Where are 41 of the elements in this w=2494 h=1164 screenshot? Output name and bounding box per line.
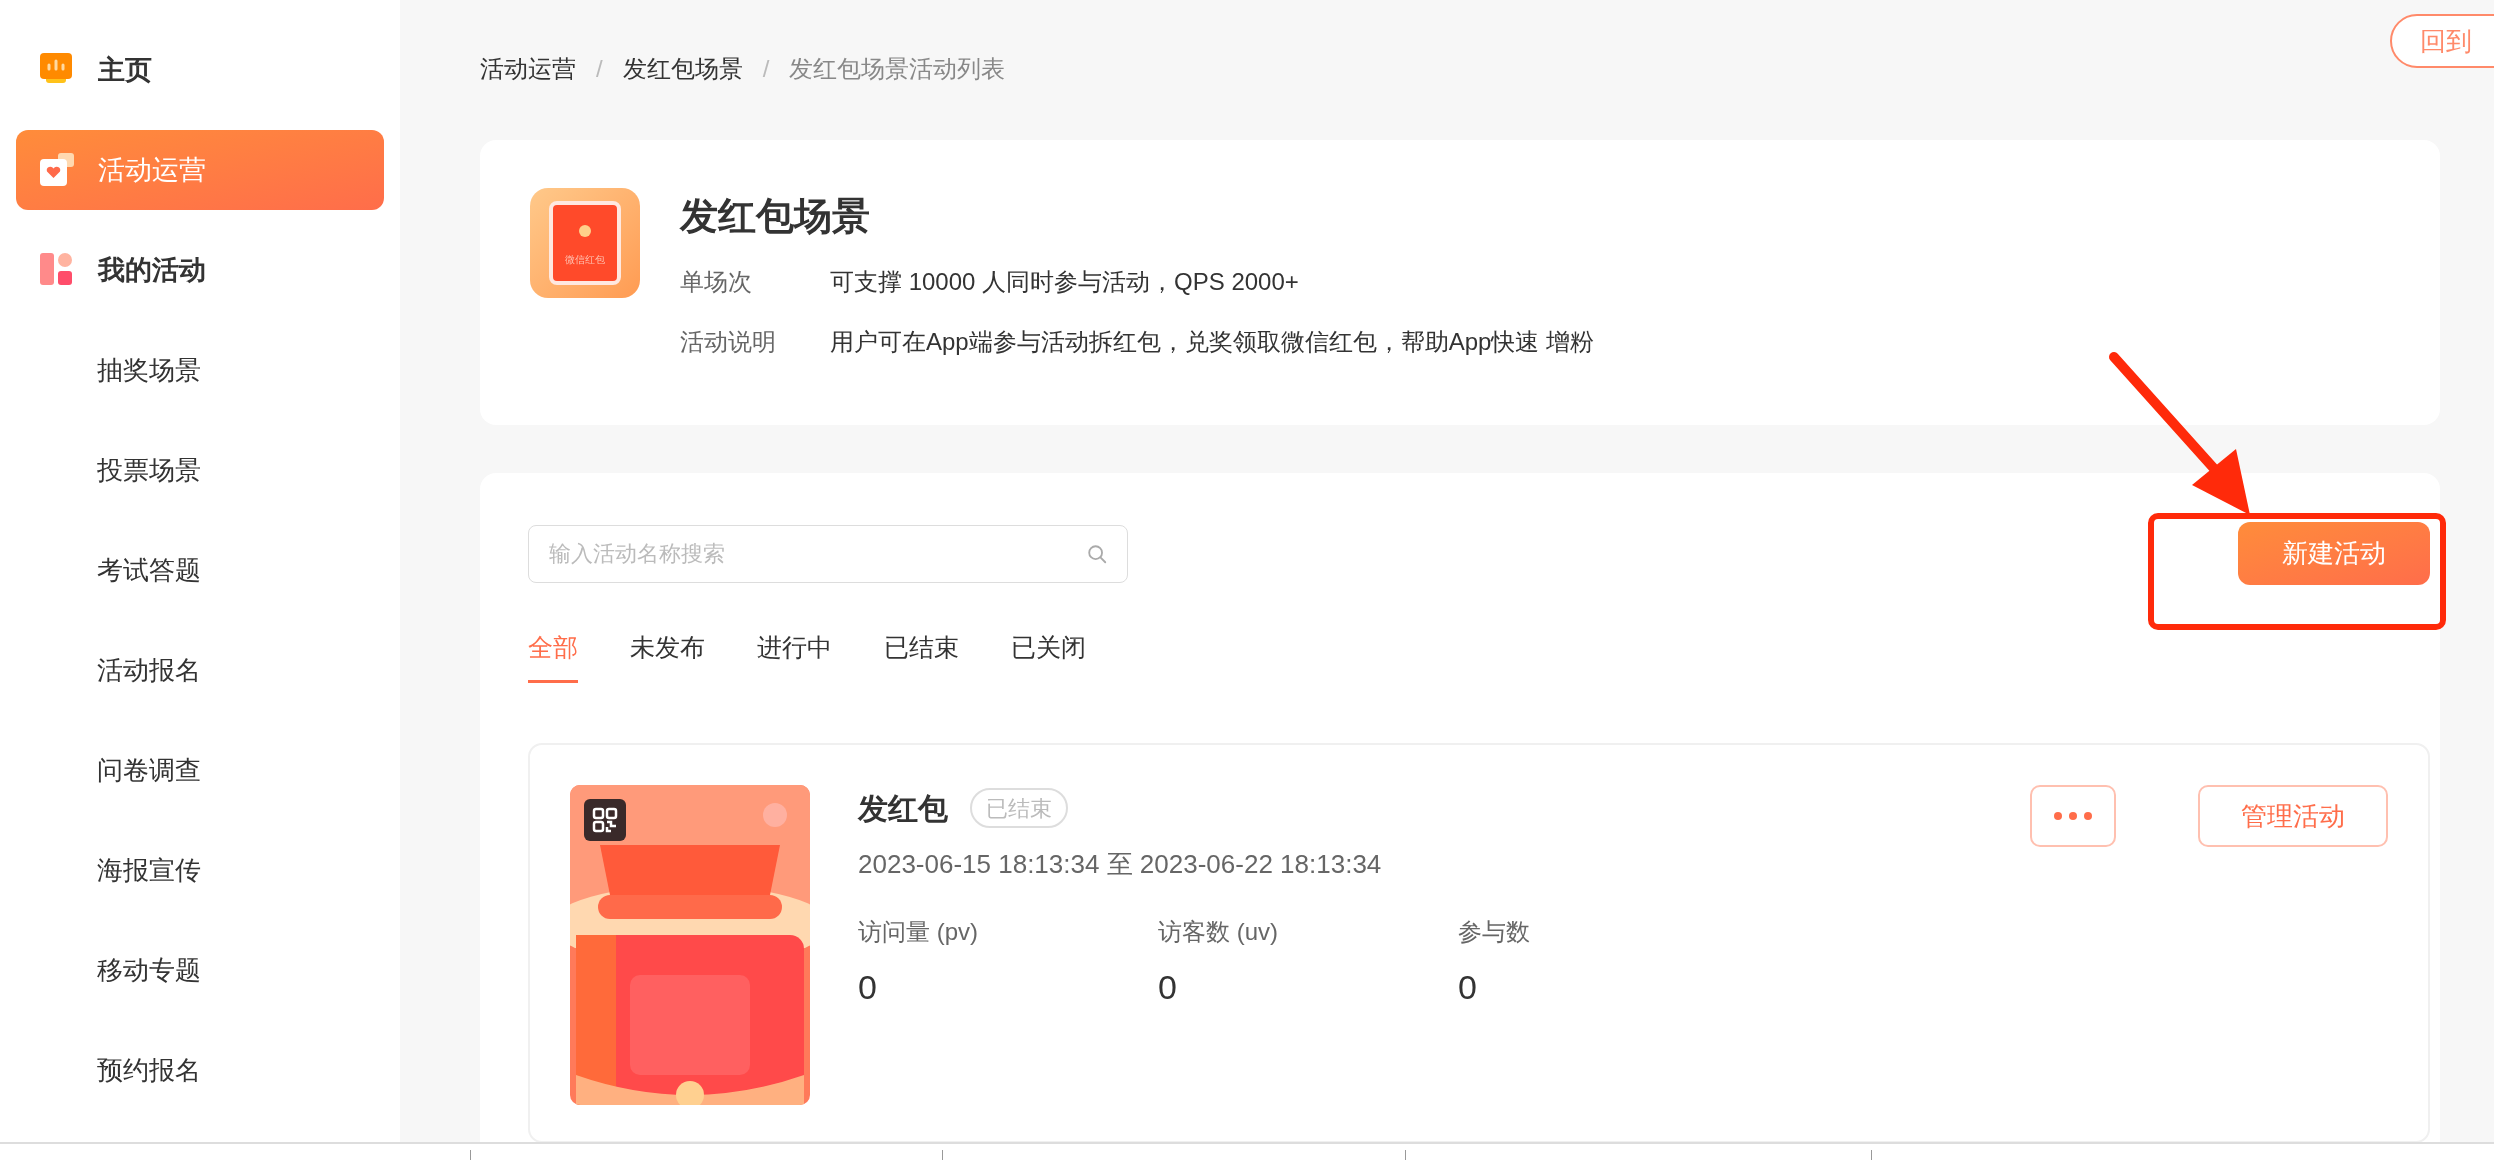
activity-title: 发红包	[858, 790, 948, 827]
sidebar-subitem[interactable]: 投票场景	[16, 430, 384, 510]
stat-label: 访客数 (uv)	[1158, 917, 1279, 947]
stat-value: 0	[1158, 967, 1178, 1008]
filter-tab[interactable]: 已关闭	[1011, 615, 1086, 683]
detail-value: 可支撑 10000 人同时参与活动，QPS 2000+	[830, 267, 1299, 297]
qr-code-icon[interactable]	[584, 799, 626, 841]
detail-label: 单场次	[680, 267, 753, 297]
sidebar-subitem[interactable]: 问卷调查	[16, 730, 384, 810]
search-icon[interactable]	[1086, 543, 1108, 565]
breadcrumb-link[interactable]: 发红包场景	[622, 51, 743, 87]
icon-label: 微信红包	[565, 253, 605, 267]
stat-label: 访问量 (pv)	[858, 917, 979, 947]
more-button[interactable]	[2030, 785, 2116, 847]
detail-label: 活动说明	[680, 327, 777, 357]
blocks-icon	[40, 253, 74, 287]
sidebar-subitem[interactable]: 活动报名	[16, 630, 384, 710]
sidebar-item[interactable]: 主页	[16, 30, 384, 110]
status-badge: 已结束	[970, 788, 1068, 828]
breadcrumb-separator: /	[762, 54, 770, 84]
filter-tab[interactable]: 已结束	[884, 615, 959, 683]
stat-value: 0	[1458, 967, 1478, 1008]
stat-label: 参与数	[1458, 917, 1531, 947]
activity-period: 2023-06-15 18:13:34 至 2023-06-22 18:13:34	[858, 848, 1383, 881]
filter-tab[interactable]: 未发布	[630, 615, 705, 683]
search-field[interactable]: 输入活动名称搜索	[528, 525, 1128, 583]
scene-title: 发红包场景	[680, 194, 871, 239]
more-icon	[2053, 811, 2093, 821]
stat-value: 0	[858, 967, 878, 1008]
sidebar-subitem[interactable]: 移动专题	[16, 930, 384, 1010]
detail-value: 用户可在App端参与活动拆红包，兑奖领取微信红包，帮助App快速 增粉	[830, 327, 1595, 357]
sidebar-subitem[interactable]: 海报宣传	[16, 830, 384, 910]
sidebar-subitem[interactable]: 抽奖场景	[16, 330, 384, 410]
sidebar-subitem[interactable]: 预约报名	[16, 1030, 384, 1110]
sidebar-subitem[interactable]: 考试答题	[16, 530, 384, 610]
sidebar-item[interactable]: 我的活动	[16, 230, 384, 310]
breadcrumb-separator: /	[596, 54, 603, 84]
filter-tab[interactable]: 进行中	[757, 615, 832, 683]
breadcrumb-link[interactable]: 活动运营	[480, 51, 576, 87]
clasp-icon	[579, 225, 591, 237]
heart-card-icon	[40, 153, 74, 187]
